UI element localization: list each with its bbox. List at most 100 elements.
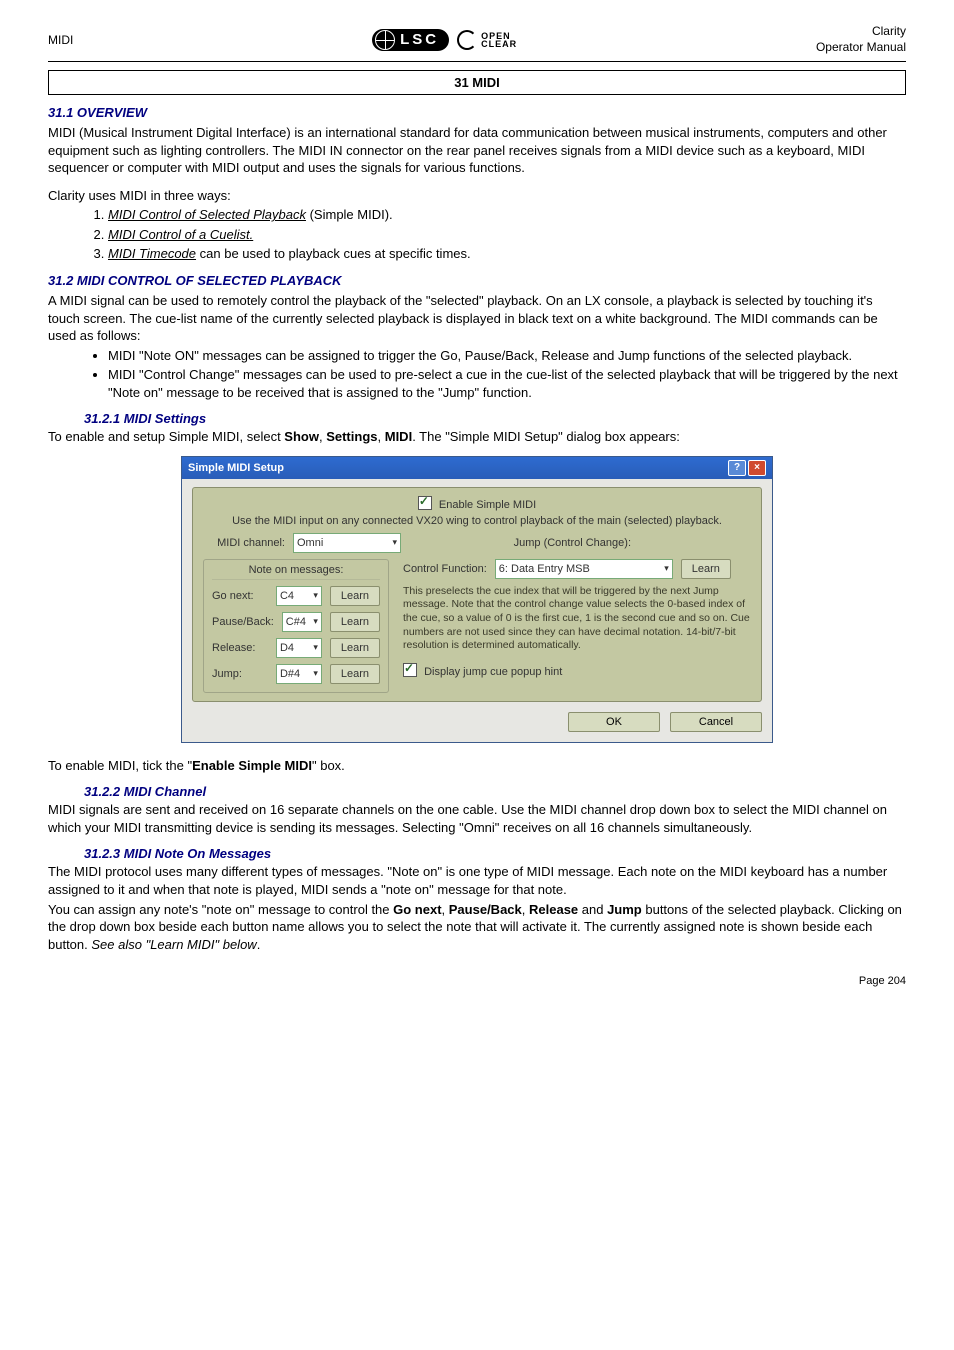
jump-group: Control Function: 6: Data Entry MSB ▾ Le… — [403, 559, 751, 678]
page-number: Page 204 — [48, 975, 906, 987]
no-go-next: Go next — [393, 902, 441, 917]
sp-para1: A MIDI signal can be used to remotely co… — [48, 292, 906, 345]
list-item: MIDI Control of a Cuelist. — [108, 226, 906, 244]
link-cuelist[interactable]: MIDI Control of a Cuelist. — [108, 227, 253, 242]
pause-back-learn-button[interactable]: Learn — [330, 612, 380, 632]
oc-line2: CLEAR — [481, 40, 517, 48]
display-hint-checkbox[interactable] — [403, 663, 417, 677]
header-left: MIDI — [48, 33, 73, 47]
heading-overview: 31.1 OVERVIEW — [48, 105, 906, 120]
close-button[interactable]: × — [748, 460, 766, 476]
header-right-2: Operator Manual — [816, 40, 906, 56]
note-on-para1: The MIDI protocol uses many different ty… — [48, 863, 906, 898]
chevron-down-icon: ▾ — [392, 537, 397, 548]
ms-c2: , — [378, 429, 385, 444]
dialog-inner: Enable Simple MIDI Use the MIDI input on… — [192, 487, 762, 702]
chevron-down-icon: ▾ — [313, 616, 318, 627]
header-right-1: Clarity — [816, 24, 906, 40]
overview-para2: Clarity uses MIDI in three ways: — [48, 187, 906, 205]
dialog-hint: Use the MIDI input on any connected VX20… — [203, 515, 751, 527]
pause-back-select[interactable]: C#4 ▾ — [282, 612, 322, 632]
section-title: 31 MIDI — [48, 70, 906, 95]
chevron-down-icon: ▾ — [313, 590, 318, 601]
enable-simple-midi-checkbox[interactable] — [418, 496, 432, 510]
no-and: and — [578, 902, 607, 917]
ad-post: " box. — [312, 758, 345, 773]
openclear-text: OPEN CLEAR — [481, 32, 517, 48]
openclear-logo: OPEN CLEAR — [457, 30, 517, 50]
note-on-group: Note on messages: Go next: C4 ▾ Learn Pause… — [203, 559, 389, 693]
chevron-down-icon: ▾ — [313, 668, 318, 679]
control-function-value: 6: Data Entry MSB — [499, 563, 590, 575]
midi-channel-value: Omni — [297, 537, 323, 549]
control-function-learn-button[interactable]: Learn — [681, 559, 731, 579]
display-hint-label: Display jump cue popup hint — [424, 666, 562, 678]
no-dot: . — [257, 937, 261, 952]
list-item: MIDI "Control Change" messages can be us… — [108, 366, 906, 401]
note-on-heading: Note on messages: — [212, 564, 380, 580]
control-function-select[interactable]: 6: Data Entry MSB ▾ — [495, 559, 673, 579]
control-function-label: Control Function: — [403, 563, 487, 575]
release-value: D4 — [280, 642, 294, 654]
no-ital: See also "Learn MIDI" below — [91, 937, 256, 952]
go-next-select[interactable]: C4 ▾ — [276, 586, 322, 606]
heading-note-on: 31.2.3 MIDI Note On Messages — [84, 846, 906, 861]
pause-back-value: C#4 — [286, 616, 306, 628]
help-button[interactable]: ? — [728, 460, 746, 476]
ad-pre: To enable MIDI, tick the " — [48, 758, 192, 773]
note-on-para2: You can assign any note's "note on" mess… — [48, 901, 906, 954]
no-c2: , — [522, 902, 529, 917]
enable-midi-instruction: To enable MIDI, tick the "Enable Simple … — [48, 757, 906, 775]
release-label: Release: — [212, 642, 268, 654]
li3-tail: can be used to playback cues at specific… — [196, 246, 471, 261]
release-learn-button[interactable]: Learn — [330, 638, 380, 658]
ms-post: . The "Simple MIDI Setup" dialog box app… — [412, 429, 680, 444]
go-next-label: Go next: — [212, 590, 268, 602]
no-pause-back: Pause/Back — [449, 902, 522, 917]
link-timecode[interactable]: MIDI Timecode — [108, 246, 196, 261]
header-right: Clarity Operator Manual — [816, 24, 906, 55]
jump-select[interactable]: D#4 ▾ — [276, 664, 322, 684]
lsc-logo: LSC — [372, 29, 449, 51]
midi-channel-label: MIDI channel: — [203, 537, 285, 549]
jump-learn-button[interactable]: Learn — [330, 664, 380, 684]
release-select[interactable]: D4 ▾ — [276, 638, 322, 658]
ms-pre: To enable and setup Simple MIDI, select — [48, 429, 284, 444]
heading-selected-playback: 31.2 MIDI CONTROL OF SELECTED PLAYBACK — [48, 273, 906, 288]
jump-description: This preselects the cue index that will … — [403, 585, 751, 653]
heading-midi-channel: 31.2.2 MIDI Channel — [84, 784, 906, 799]
header-rule — [48, 61, 906, 62]
no-c1: , — [442, 902, 449, 917]
lsc-text: LSC — [400, 31, 439, 48]
midi-channel-select[interactable]: Omni ▾ — [293, 533, 401, 553]
overview-para1: MIDI (Musical Instrument Digital Interfa… — [48, 124, 906, 177]
cancel-button[interactable]: Cancel — [670, 712, 762, 732]
jump-label: Jump: — [212, 668, 268, 680]
enable-simple-midi-label: Enable Simple MIDI — [439, 499, 536, 511]
dialog-titlebar[interactable]: Simple MIDI Setup ? × — [182, 457, 772, 479]
midi-settings-para: To enable and setup Simple MIDI, select … — [48, 428, 906, 446]
no-jump: Jump — [607, 902, 642, 917]
link-simple-midi[interactable]: MIDI Control of Selected Playback — [108, 207, 306, 222]
li1-tail: (Simple MIDI). — [306, 207, 393, 222]
sp-bullets: MIDI "Note ON" messages can be assigned … — [108, 347, 906, 402]
pause-back-label: Pause/Back: — [212, 616, 274, 628]
jump-value: D#4 — [280, 668, 300, 680]
ms-show: Show — [284, 429, 319, 444]
go-next-learn-button[interactable]: Learn — [330, 586, 380, 606]
simple-midi-dialog: Simple MIDI Setup ? × Enable Simple MIDI… — [181, 456, 773, 743]
logo-area: LSC OPEN CLEAR — [372, 29, 517, 51]
no-release: Release — [529, 902, 578, 917]
chevron-down-icon: ▾ — [664, 563, 669, 574]
no-p2-a: You can assign any note's "note on" mess… — [48, 902, 393, 917]
globe-icon — [375, 30, 395, 50]
ms-midi: MIDI — [385, 429, 412, 444]
overview-list: MIDI Control of Selected Playback (Simpl… — [108, 206, 906, 263]
ad-bold: Enable Simple MIDI — [192, 758, 312, 773]
chevron-down-icon: ▾ — [313, 642, 318, 653]
go-next-value: C4 — [280, 590, 294, 602]
openclear-icon — [457, 30, 477, 50]
heading-midi-settings: 31.2.1 MIDI Settings — [84, 411, 906, 426]
ok-button[interactable]: OK — [568, 712, 660, 732]
list-item: MIDI Timecode can be used to playback cu… — [108, 245, 906, 263]
